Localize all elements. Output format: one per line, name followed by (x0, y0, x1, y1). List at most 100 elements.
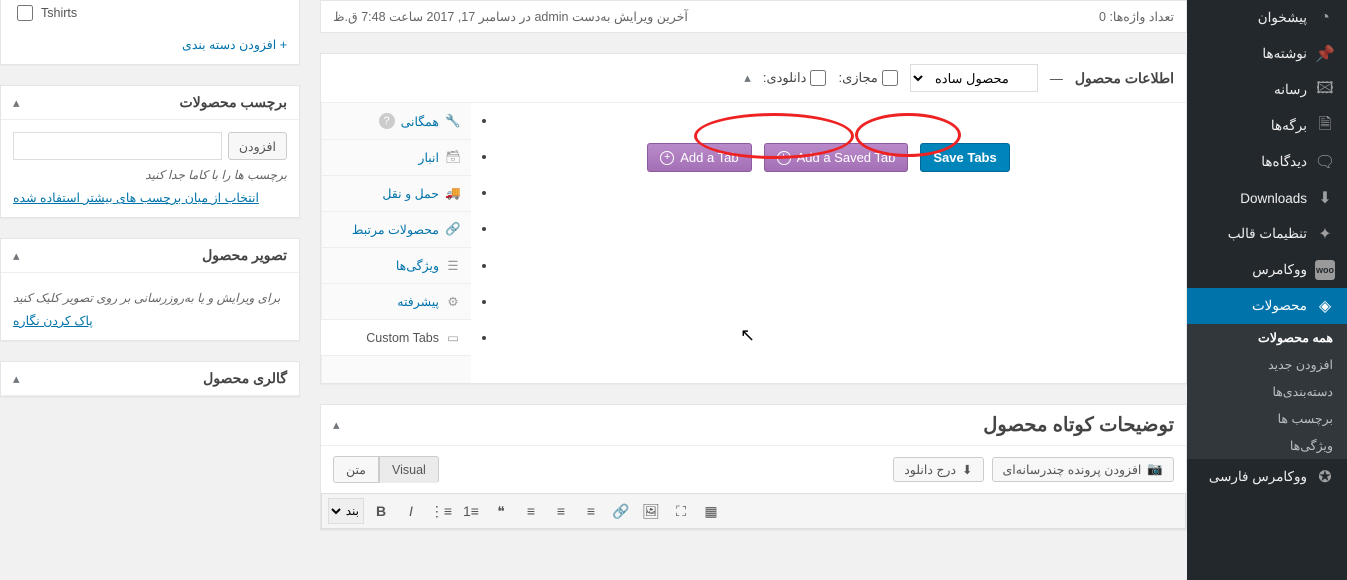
downloadable-checkbox[interactable] (810, 70, 826, 86)
tab-custom-tabs[interactable]: ▭Custom Tabs (322, 320, 471, 355)
editor-tab-text[interactable]: متن (333, 456, 379, 483)
category-item: Tshirts (13, 3, 287, 23)
number-list-button[interactable]: 1≡ (458, 498, 484, 524)
download-icon: ⬇ (1315, 188, 1335, 208)
virtual-toggle[interactable]: مجازی: (838, 70, 897, 86)
menu-woocommerce-fa[interactable]: ✪ووکامرس فارسی (1187, 459, 1347, 495)
tab-label: همگانی (401, 114, 439, 129)
toggle-icon[interactable]: ▴ (13, 371, 20, 387)
italic-button[interactable]: I (398, 498, 424, 524)
quote-button[interactable]: ❝ (488, 498, 514, 524)
add-saved-tab-button[interactable]: + Add a Saved Tab (764, 143, 909, 172)
main-column: تعداد واژه‌ها: 0 آخرین ویرایش به‌دست adm… (320, 0, 1187, 550)
word-count: تعداد واژه‌ها: 0 (1099, 9, 1174, 24)
menu-label: برگه‌ها (1271, 118, 1307, 134)
box-title: تصویر محصول (202, 247, 287, 264)
products-submenu: همه محصولات افزودن جدید دسته‌بندی‌ها برچ… (1187, 324, 1347, 459)
product-data-box: ▴ دانلودی: مجازی: محصول ساده — اطلاعات م… (320, 53, 1187, 384)
product-data-tabs: 🔧 همگانی? 🗃انبار 🚚 حمل و نقل 🔗محصولات مرتب… (321, 103, 471, 383)
tab-advanced[interactable]: ⚙ پیشرفته (322, 284, 471, 319)
toggle-icon[interactable]: ▴ (333, 417, 340, 433)
tab-label: حمل و نقل (382, 186, 439, 201)
product-data-title: اطلاعات محصول (1075, 70, 1174, 87)
align-right-button[interactable]: ≡ (518, 498, 544, 524)
toggle-icon[interactable]: ▴ (744, 70, 751, 86)
button-label: افزودن پرونده چندرسانه‌ای (1003, 462, 1142, 477)
media-row: 📷 افزودن پرونده چندرسانه‌ای ⬇ درج دانلود… (321, 446, 1186, 493)
menu-downloads[interactable]: ⬇Downloads (1187, 180, 1347, 216)
menu-comments[interactable]: 🗨دیدگاه‌ها (1187, 144, 1347, 180)
main-area: Tshirts + افزودن دسته بندی برچسب محصولات… (0, 0, 1187, 580)
editor-mode-tabs: متن Visual (333, 456, 439, 483)
align-center-button[interactable]: ≡ (548, 498, 574, 524)
menu-posts[interactable]: 📌 نوشته‌ها (1187, 36, 1347, 72)
tab-attributes[interactable]: ☰ویژگی‌ها (322, 248, 471, 283)
product-icon: ◈ (1315, 296, 1335, 316)
help-icon[interactable]: ? (379, 113, 395, 129)
tabs-icon: ▭ (445, 330, 461, 345)
menu-products[interactable]: ◈ محصولات (1187, 288, 1347, 324)
page-icon: 🗎 (1315, 116, 1335, 136)
tinymce-toolbar: بند B I ⋮≡ 1≡ ❝ ≡ ≡ ≡ 🔗 🖼 ⛶ ▦ (321, 493, 1186, 529)
tab-linked[interactable]: 🔗محصولات مرتبط (322, 212, 471, 247)
menu-pages[interactable]: 🗎 برگه‌ها (1187, 108, 1347, 144)
submenu-attributes[interactable]: ویژگی‌ها (1187, 432, 1347, 459)
submenu-all-products[interactable]: همه محصولات (1187, 324, 1347, 351)
virtual-label: مجازی: (838, 70, 877, 86)
product-tags-box: برچسب محصولات ▴ افزودن برچسب ها را با کا… (0, 85, 300, 218)
menu-woocommerce[interactable]: wooووکامرس (1187, 252, 1347, 288)
block-format-select[interactable]: بند (328, 498, 364, 524)
insert-button[interactable]: 🖼 (638, 498, 664, 524)
menu-dashboard[interactable]: ◔پیشخوان (1187, 0, 1347, 36)
menu-label: ووکامرس (1252, 262, 1307, 278)
side-column: Tshirts + افزودن دسته بندی برچسب محصولات… (0, 0, 300, 417)
add-category-link[interactable]: + افزودن دسته بندی (13, 37, 287, 52)
toggle-icon[interactable]: ▴ (13, 248, 20, 264)
product-data-body: 🔧 همگانی? 🗃انبار 🚚 حمل و نقل 🔗محصولات مرتب… (321, 103, 1186, 383)
pin-icon: 📌 (1315, 44, 1335, 64)
insert-download-button[interactable]: ⬇ درج دانلود (893, 457, 983, 482)
submenu-categories[interactable]: دسته‌بندی‌ها (1187, 378, 1347, 405)
downloadable-toggle[interactable]: دانلودی: (763, 70, 827, 86)
category-checkbox[interactable] (17, 5, 33, 21)
tab-inventory[interactable]: 🗃انبار (322, 140, 471, 175)
wrench-icon: 🔧 (445, 114, 461, 129)
tag-input[interactable] (13, 132, 222, 160)
toolbar-toggle-button[interactable]: ▦ (698, 498, 724, 524)
download-icon: ⬇ (962, 462, 972, 477)
camera-icon: 📷 (1147, 462, 1163, 477)
dashboard-icon: ◔ (1315, 8, 1335, 28)
tab-general[interactable]: 🔧 همگانی? (322, 103, 471, 139)
fullscreen-button[interactable]: ⛶ (668, 498, 694, 524)
menu-label: نوشته‌ها (1262, 46, 1307, 62)
link-button[interactable]: 🔗 (608, 498, 634, 524)
gear-icon: ⚙ (445, 294, 461, 309)
popular-tags-link[interactable]: انتخاب از میان برچسب های بیشتر استفاده ش… (13, 190, 287, 205)
tags-hint: برچسب ها را با کاما جدا کنید (13, 168, 287, 182)
remove-image-link[interactable]: پاک کردن نگاره (13, 313, 287, 328)
add-media-button[interactable]: 📷 افزودن پرونده چندرسانه‌ای (992, 457, 1174, 482)
bullet-list-button[interactable]: ⋮≡ (428, 498, 454, 524)
menu-theme-options[interactable]: ✦تنظیمات قالب (1187, 216, 1347, 252)
list-icon: ☰ (445, 258, 461, 273)
add-tag-button[interactable]: افزودن (228, 132, 287, 160)
submenu-add-new[interactable]: افزودن جدید (1187, 351, 1347, 378)
product-type-select[interactable]: محصول ساده (910, 64, 1038, 92)
submenu-tags[interactable]: برچسب ها (1187, 405, 1347, 432)
add-tab-button[interactable]: + Add a Tab (647, 143, 751, 172)
virtual-checkbox[interactable] (882, 70, 898, 86)
bold-button[interactable]: B (368, 498, 394, 524)
editor-tab-visual[interactable]: Visual (379, 456, 439, 483)
menu-media[interactable]: 🖾رسانه (1187, 72, 1347, 108)
comment-icon: 🗨 (1315, 152, 1335, 172)
menu-label: محصولات (1252, 298, 1307, 314)
button-label: Add a Saved Tab (797, 150, 896, 165)
plus-icon: + (660, 151, 674, 165)
truck-icon: 🚚 (445, 186, 461, 201)
align-left-button[interactable]: ≡ (578, 498, 604, 524)
tab-label: پیشرفته (397, 294, 439, 309)
box-title: توضیحات کوتاه محصول (983, 413, 1174, 437)
tab-shipping[interactable]: 🚚 حمل و نقل (322, 176, 471, 211)
save-tabs-button[interactable]: Save Tabs (920, 143, 1009, 172)
toggle-icon[interactable]: ▴ (13, 95, 20, 111)
